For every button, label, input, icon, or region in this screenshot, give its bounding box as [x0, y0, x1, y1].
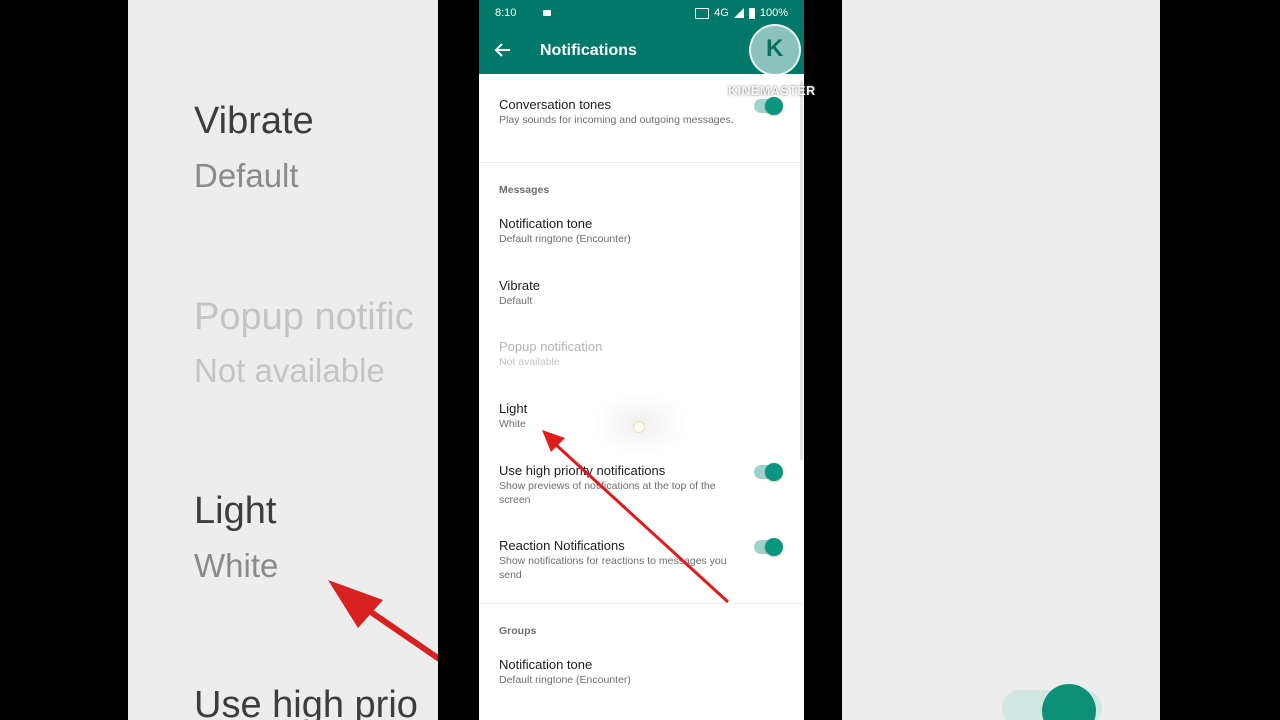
phone-screen: 8:10 4G 100% Notifications Conversation …: [479, 0, 804, 720]
setting-subtitle: Show notifications for reactions to mess…: [499, 555, 727, 581]
background-mirror-right: [842, 0, 1160, 720]
cast-icon: [695, 7, 710, 19]
video-frame: Vibrate Default Popup notific Not availa…: [0, 0, 1280, 720]
kinemaster-watermark: KINEMASTER: [728, 84, 816, 98]
status-right: 4G 100%: [695, 7, 788, 19]
setting-conversation-tones[interactable]: Conversation tones Play sounds for incom…: [499, 96, 739, 128]
section-header-groups: Groups: [499, 625, 537, 637]
setting-title: Light: [499, 401, 528, 416]
setting-subtitle: Not available: [499, 356, 560, 368]
setting-title: Reaction Notifications: [499, 538, 625, 553]
setting-subtitle: White: [499, 418, 526, 430]
bg-vibrate-title: Vibrate: [194, 100, 314, 142]
setting-messages-notification-tone[interactable]: Notification tone Default ringtone (Enco…: [499, 215, 739, 247]
status-time: 8:10: [495, 7, 517, 19]
setting-title: Notification tone: [499, 657, 593, 672]
settings-list: Conversation tones Play sounds for incom…: [479, 74, 804, 720]
setting-subtitle: Play sounds for incoming and outgoing me…: [499, 114, 734, 126]
setting-title: Use high priority notifications: [499, 463, 666, 478]
battery-label: 100%: [759, 7, 788, 19]
setting-light[interactable]: Light White: [499, 400, 739, 432]
setting-title: Conversation tones: [499, 97, 612, 112]
setting-subtitle: Show previews of notifications at the to…: [499, 480, 716, 506]
bg-popup-title: Popup notific: [194, 296, 414, 338]
background-mirror-left: Vibrate Default Popup notific Not availa…: [128, 0, 438, 720]
bg-popup-sub: Not available: [194, 352, 385, 389]
bg-light-sub: White: [194, 547, 279, 584]
setting-popup-notification: Popup notification Not available: [499, 338, 739, 370]
setting-groups-notification-tone[interactable]: Notification tone Default ringtone (Enco…: [499, 656, 739, 688]
page-title: Notifications: [540, 42, 637, 59]
kinemaster-logo: K: [749, 24, 801, 76]
divider: [479, 603, 804, 604]
network-label: 4G: [714, 7, 729, 19]
setting-subtitle: Default ringtone (Encounter): [499, 674, 631, 686]
section-header-messages: Messages: [499, 184, 550, 196]
conversation-tones-toggle[interactable]: [754, 97, 783, 115]
high-priority-toggle[interactable]: [754, 463, 783, 481]
arrow-left-icon[interactable]: [493, 40, 513, 60]
bg-light-title: Light: [194, 490, 277, 532]
status-bar: 8:10 4G 100%: [495, 7, 788, 21]
setting-reaction-notifications[interactable]: Reaction Notifications Show notification…: [499, 537, 739, 582]
setting-title: Notification tone: [499, 216, 593, 231]
setting-subtitle: Default: [499, 295, 533, 307]
battery-icon: [748, 7, 755, 19]
logo-letter: K: [766, 35, 784, 62]
setting-subtitle: Default ringtone (Encounter): [499, 233, 631, 245]
setting-vibrate[interactable]: Vibrate Default: [499, 277, 739, 309]
setting-title: Vibrate: [499, 278, 540, 293]
signal-icon: [733, 8, 744, 18]
recording-icon: [543, 10, 551, 16]
divider: [479, 162, 804, 163]
bg-arrow-icon: [328, 580, 438, 662]
reaction-notifications-toggle[interactable]: [754, 538, 783, 556]
setting-high-priority[interactable]: Use high priority notifications Show pre…: [499, 462, 739, 507]
setting-title: Popup notification: [499, 339, 603, 354]
bg-vibrate-sub: Default: [194, 157, 299, 194]
scrollbar[interactable]: [800, 80, 803, 460]
